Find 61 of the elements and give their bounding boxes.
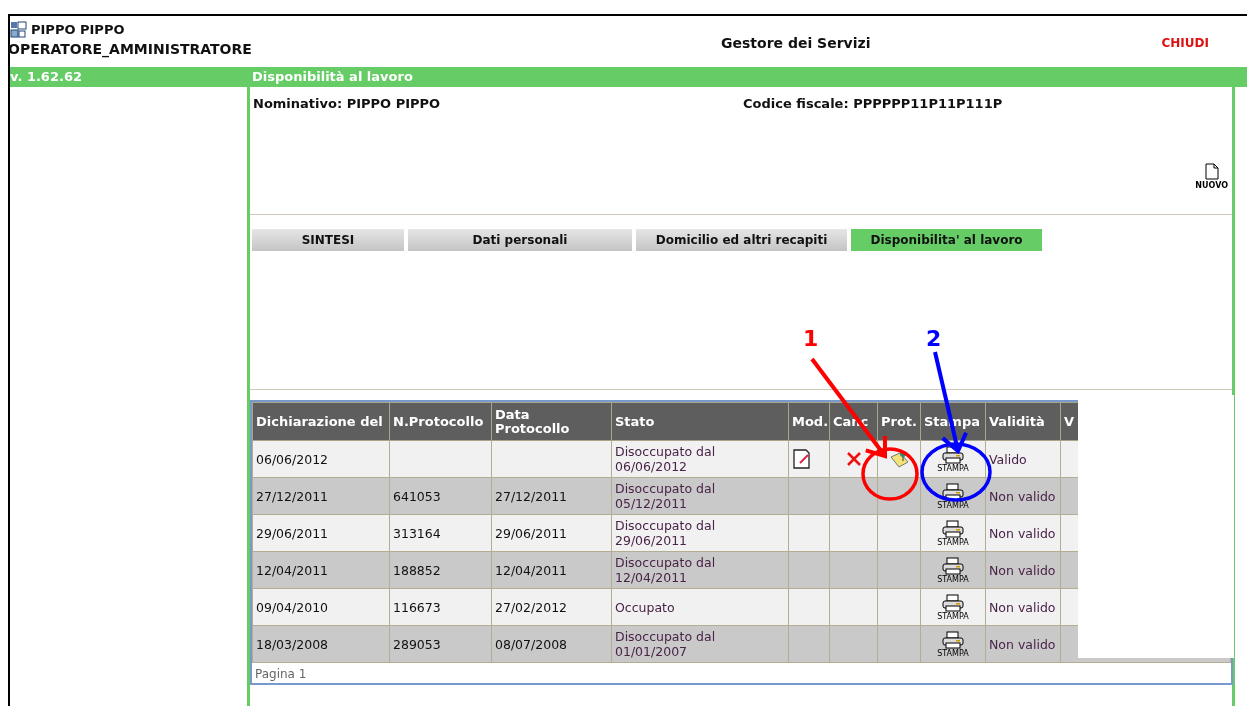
tab[interactable]: SINTESI bbox=[252, 229, 404, 251]
tab[interactable]: Disponibilita' al lavoro bbox=[851, 229, 1042, 251]
table-cell: Occupato bbox=[611, 588, 789, 626]
table-cell: 18/03/2008 bbox=[252, 625, 390, 663]
table-cell: 08/07/2008 bbox=[491, 625, 612, 663]
table-cell: 289053 bbox=[389, 625, 492, 663]
callout-number: 2 bbox=[926, 326, 942, 351]
new-document-icon bbox=[1204, 163, 1219, 180]
name-field: Nominativo: PIPPO PIPPO bbox=[253, 94, 743, 114]
close-link[interactable]: CHIUDI bbox=[1161, 16, 1247, 52]
table-cell: 313164 bbox=[389, 514, 492, 552]
delete-icon[interactable] bbox=[845, 451, 862, 468]
printer-icon[interactable] bbox=[942, 445, 964, 464]
new-button[interactable]: NUOVO bbox=[1195, 163, 1228, 192]
printer-icon[interactable] bbox=[942, 556, 964, 575]
user-computer-icon bbox=[10, 21, 27, 39]
column-header: Prot. bbox=[877, 402, 921, 441]
column-header: Mod. bbox=[788, 402, 830, 441]
user-name: PIPPO PIPPO bbox=[31, 21, 125, 39]
app-title: Gestore dei Servizi bbox=[721, 35, 871, 51]
tab[interactable]: Dati personali bbox=[408, 229, 632, 251]
table-cell: 27/02/2012 bbox=[491, 588, 612, 626]
printer-icon[interactable] bbox=[942, 519, 964, 538]
table-cell: 12/04/2011 bbox=[252, 551, 390, 589]
callout-number: 1 bbox=[803, 326, 819, 351]
section-title: Disponibilità al lavoro bbox=[251, 68, 413, 87]
table-cell: 116673 bbox=[389, 588, 492, 626]
table-cell: Non valido bbox=[985, 588, 1061, 626]
table-cell: Non valido bbox=[985, 514, 1061, 552]
version-label: v. 1.62.62 bbox=[10, 68, 83, 87]
column-header: Data Protocollo bbox=[491, 402, 612, 441]
table-cell: Valido bbox=[985, 440, 1061, 478]
column-header: Dichiarazione del bbox=[252, 402, 390, 441]
tax-code-field: Codice fiscale: PPPPPP11P11P111P bbox=[743, 94, 1003, 114]
table-cell: 12/04/2011 bbox=[491, 551, 612, 589]
printer-icon[interactable] bbox=[942, 482, 964, 501]
table-cell: 188852 bbox=[389, 551, 492, 589]
column-header: N.Protocollo bbox=[389, 402, 492, 441]
table-cell: 29/06/2011 bbox=[252, 514, 390, 552]
table-cell: 641053 bbox=[389, 477, 492, 515]
page-indicator: Pagina 1 bbox=[254, 666, 308, 683]
table-cell: Disoccupato dal 05/12/2011 bbox=[611, 477, 789, 515]
table-cell: 06/06/2012 bbox=[252, 440, 390, 478]
table-cell: Disoccupato dal 12/04/2011 bbox=[611, 551, 789, 589]
table-cell: 27/12/2011 bbox=[491, 477, 612, 515]
table-cell: 09/04/2010 bbox=[252, 588, 390, 626]
edit-icon[interactable] bbox=[792, 448, 812, 470]
table-cell: Disoccupato dal 06/06/2012 bbox=[611, 440, 789, 478]
table-cell: Non valido bbox=[985, 477, 1061, 515]
table-cell: Non valido bbox=[985, 625, 1061, 663]
tab[interactable]: Domicilio ed altri recapiti bbox=[636, 229, 847, 251]
table-cell: 29/06/2011 bbox=[491, 514, 612, 552]
printer-icon[interactable] bbox=[942, 593, 964, 612]
column-header: Stato bbox=[611, 402, 789, 441]
highlight-circle bbox=[861, 447, 919, 501]
table-cell: 27/12/2011 bbox=[252, 477, 390, 515]
printer-icon[interactable] bbox=[942, 630, 964, 649]
table-cell: Disoccupato dal 29/06/2011 bbox=[611, 514, 789, 552]
table-cell: Disoccupato dal 01/01/2007 bbox=[611, 625, 789, 663]
table-cell: Non valido bbox=[985, 551, 1061, 589]
column-header: Validità bbox=[985, 402, 1061, 441]
